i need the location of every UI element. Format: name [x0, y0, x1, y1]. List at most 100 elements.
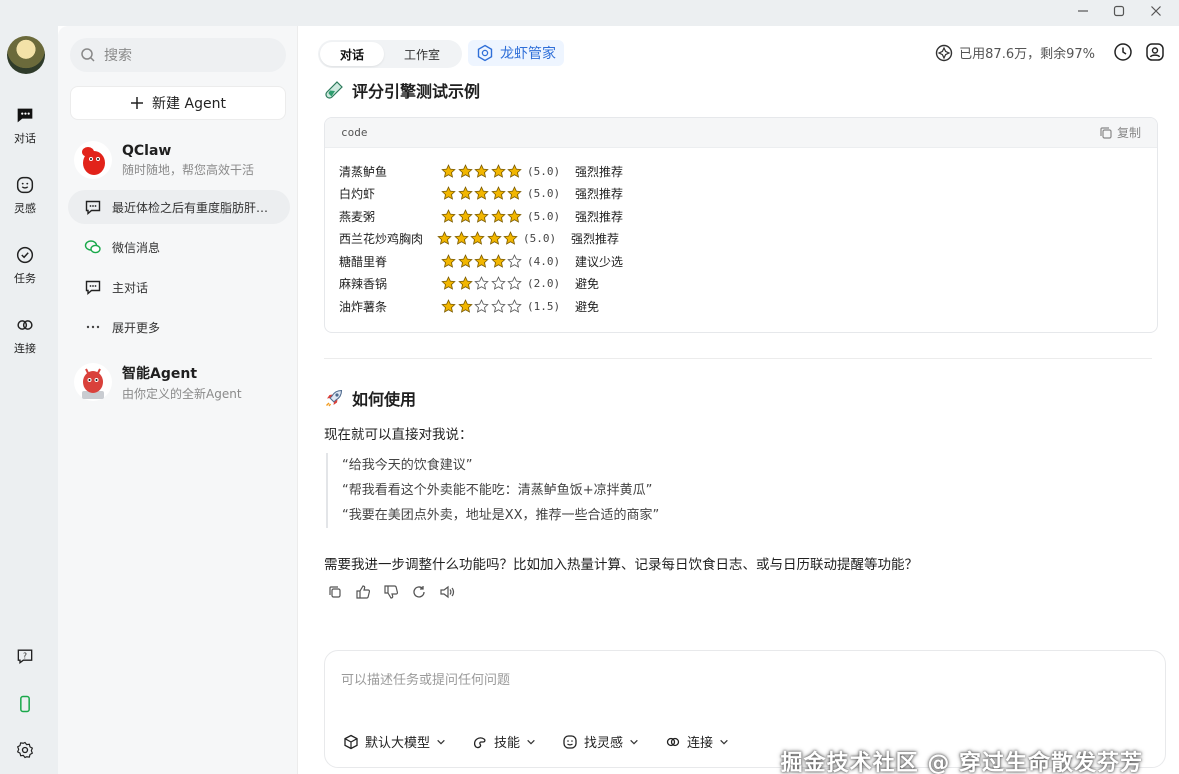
help-icon[interactable]: ? [13, 644, 37, 668]
close-icon[interactable] [1133, 0, 1179, 22]
main-panel: 对话 工作室 龙虾管家 已用87.6万，剩余97% 评分引擎测试示例 code [298, 26, 1179, 774]
star-empty-icon [490, 276, 506, 291]
chip-label: 连接 [687, 736, 714, 751]
star-filled-icon [441, 276, 456, 291]
speaker-icon[interactable] [438, 583, 456, 601]
chevron-down-icon [527, 739, 535, 745]
quote-line: “给我今天的饮食建议” [342, 458, 473, 473]
profile-icon[interactable] [1145, 42, 1165, 62]
agent-card-smart[interactable]: 智能Agent 由你定义的全新Agent [74, 360, 294, 404]
butler-button[interactable]: 龙虾管家 [468, 40, 564, 66]
section-title: 评分引擎测试示例 [324, 78, 480, 102]
rail-item-inspiration[interactable]: 灵感 [0, 174, 50, 216]
star-filled-icon [490, 163, 506, 178]
chip-label: 默认大模型 [365, 736, 431, 751]
rating-score: (1.5) [527, 299, 561, 313]
history-icon[interactable] [1113, 42, 1133, 62]
usage-indicator[interactable]: 已用87.6万，剩余97% [935, 43, 1095, 62]
smart-agent-avatar [74, 363, 112, 401]
copy-icon[interactable] [326, 583, 344, 601]
rating-verdict: 建议少选 [575, 254, 624, 269]
conversation-label: 最近体检之后有重度脂肪肝… [112, 200, 269, 215]
star-filled-icon [507, 163, 522, 178]
thumbs-down-icon[interactable] [382, 583, 400, 601]
code-language: code [341, 126, 368, 139]
rocket-icon [326, 389, 343, 407]
chevron-down-icon [720, 739, 728, 745]
new-agent-button[interactable]: 新建 Agent [70, 86, 286, 120]
rail-item-label: 任务 [14, 272, 36, 285]
dish-name: 油炸薯条 [339, 299, 388, 314]
star-filled-icon [453, 231, 469, 246]
composer-toolbar: 默认大模型 技能 找灵感 连接 [343, 732, 729, 751]
rating-row: 白灼虾 (5.0) 强烈推荐 [339, 183, 1143, 206]
composer-input[interactable]: 可以描述任务或提问任何问题 [341, 669, 510, 688]
rail-item-link[interactable]: 连接 [0, 314, 50, 356]
window-titlebar [0, 0, 1179, 26]
star-filled-icon [507, 208, 522, 223]
model-select[interactable]: 默认大模型 [343, 732, 446, 751]
chip-label: 找灵感 [584, 736, 624, 751]
chevron-down-icon [437, 739, 445, 745]
rating-verdict: 强烈推荐 [575, 187, 624, 202]
agent-subtitle: 由你定义的全新Agent [122, 386, 242, 401]
divider [324, 358, 1152, 359]
star-filled-icon [507, 186, 522, 201]
rail-item-label: 对话 [14, 132, 36, 145]
chat-bubble-icon [85, 200, 101, 216]
message-actions [326, 583, 456, 601]
user-avatar[interactable] [7, 36, 45, 74]
usage-text: 已用87.6万，剩余97% [959, 47, 1095, 62]
rating-score: (5.0) [527, 187, 561, 201]
inspiration-select[interactable]: 找灵感 [562, 732, 639, 751]
star-empty-icon [507, 298, 522, 313]
settings-icon[interactable] [13, 738, 37, 762]
watermark: 掘金技术社区 @ 穿过生命散发芬芳 [780, 751, 1143, 774]
copy-button[interactable]: 复制 [1099, 124, 1141, 141]
agent-name: QClaw [122, 142, 172, 159]
mode-tabs: 对话 工作室 [318, 40, 463, 68]
section-title-text: 评分引擎测试示例 [352, 82, 481, 101]
conversation-label: 展开更多 [112, 320, 161, 335]
intro-text: 现在就可以直接对我说： [324, 427, 473, 443]
star-filled-icon [474, 253, 489, 268]
ratings-list: 清蒸鲈鱼 (5.0) 强烈推荐 白灼虾 (5.0) 强烈推荐 燕麦粥 (5.0) 强烈推荐 西兰花… [325, 148, 1157, 330]
agent-card-qclaw[interactable]: QClaw 随时随地，帮您高效干活 [74, 138, 294, 182]
link-select[interactable]: 连接 [665, 732, 729, 751]
star-rating [441, 276, 527, 291]
star-filled-icon [490, 253, 506, 268]
rail-item-task[interactable]: 任务 [0, 244, 50, 286]
conversation-item-active[interactable]: 最近体检之后有重度脂肪肝… [68, 190, 290, 224]
conversation-item-main[interactable]: 主对话 [68, 270, 290, 304]
code-header: code 复制 [325, 118, 1157, 148]
star-rating [437, 231, 523, 246]
expand-more-button[interactable]: 展开更多 [68, 310, 290, 344]
search-input[interactable]: 搜索 [70, 38, 286, 72]
rating-row: 麻辣香锅 (2.0) 避免 [339, 273, 1143, 296]
rating-score: (5.0) [527, 209, 561, 223]
star-filled-icon [470, 231, 485, 246]
sidebar: 搜索 新建 Agent QClaw 随时随地，帮您高效干活 最近体检之后有重度脂… [58, 26, 298, 774]
star-rating [441, 208, 527, 224]
tab-studio[interactable]: 工作室 [384, 42, 460, 66]
star-filled-icon [474, 186, 489, 201]
thumbs-up-icon[interactable] [354, 583, 372, 601]
skill-select[interactable]: 技能 [472, 732, 536, 751]
tab-chat[interactable]: 对话 [320, 42, 385, 66]
retry-icon[interactable] [410, 583, 428, 601]
conversation-item-wechat[interactable]: 微信消息 [68, 230, 290, 264]
agent-subtitle: 随时随地，帮您高效干活 [122, 162, 255, 177]
star-filled-icon [457, 298, 473, 313]
new-agent-label: 新建 Agent [152, 96, 226, 112]
composer[interactable]: 可以描述任务或提问任何问题 默认大模型 技能 找灵感 连接 掘金技术社区 @ 穿… [324, 650, 1166, 774]
dish-name: 麻辣香锅 [339, 277, 388, 292]
code-block: code 复制 清蒸鲈鱼 (5.0) 强烈推荐 白灼虾 (5.0) 强烈推荐 燕麦粥 (5.0… [324, 117, 1158, 333]
rating-score: (4.0) [527, 254, 561, 268]
svg-text:?: ? [23, 652, 27, 661]
phone-icon[interactable] [13, 692, 37, 716]
rail-item-chat[interactable]: 对话 [0, 104, 50, 146]
test-tube-icon [325, 81, 343, 99]
dish-name: 西兰花炒鸡胸肉 [339, 232, 424, 247]
star-empty-icon [474, 298, 489, 313]
star-rating [441, 186, 527, 201]
